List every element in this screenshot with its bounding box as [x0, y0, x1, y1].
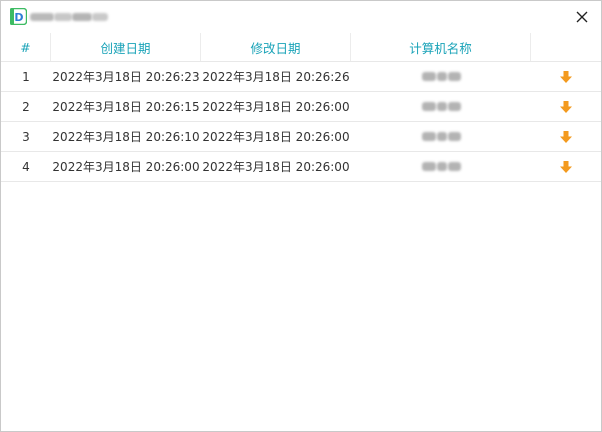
row-modified-date: 2022年3月18日 20:26:00	[202, 160, 350, 174]
table-row[interactable]: 1 2022年3月18日 20:26:23 2022年3月18日 20:26:2…	[1, 62, 601, 92]
dialog-window: D # 创建日期 修改日期 计算机名称 1 2022年3月18日 20:26:2…	[0, 0, 602, 432]
row-index: 1	[22, 69, 30, 84]
row-download-cell	[531, 62, 601, 91]
download-button[interactable]	[556, 97, 576, 117]
close-button[interactable]	[571, 6, 593, 28]
title-bar: D	[1, 1, 601, 33]
row-modified-date: 2022年3月18日 20:26:00	[202, 100, 350, 114]
row-computer-name-redacted	[351, 152, 531, 181]
table-row[interactable]: 2 2022年3月18日 20:26:15 2022年3月18日 20:26:0…	[1, 92, 601, 122]
row-download-cell	[531, 152, 601, 181]
download-arrow-icon	[560, 100, 572, 113]
header-computer-name[interactable]: 计算机名称	[351, 33, 531, 61]
row-created-date: 2022年3月18日 20:26:15	[52, 100, 200, 114]
row-index: 3	[22, 129, 30, 144]
header-created-date[interactable]: 创建日期	[51, 33, 201, 61]
row-computer-name-redacted	[351, 122, 531, 151]
close-icon	[576, 11, 588, 23]
row-download-cell	[531, 122, 601, 151]
row-index: 4	[22, 159, 30, 174]
app-logo-letter: D	[14, 11, 23, 24]
window-title-redacted	[30, 13, 108, 21]
table-row[interactable]: 3 2022年3月18日 20:26:10 2022年3月18日 20:26:0…	[1, 122, 601, 152]
table-header-row: # 创建日期 修改日期 计算机名称	[1, 33, 601, 62]
header-index[interactable]: #	[1, 33, 51, 61]
app-logo-icon: D	[10, 8, 27, 25]
download-button[interactable]	[556, 67, 576, 87]
row-index: 2	[22, 99, 30, 114]
download-arrow-icon	[560, 130, 572, 143]
row-computer-name-redacted	[351, 62, 531, 91]
file-version-table: # 创建日期 修改日期 计算机名称 1 2022年3月18日 20:26:23 …	[1, 33, 601, 182]
row-modified-date: 2022年3月18日 20:26:00	[202, 130, 350, 144]
table-row[interactable]: 4 2022年3月18日 20:26:00 2022年3月18日 20:26:0…	[1, 152, 601, 182]
row-modified-date: 2022年3月18日 20:26:26	[202, 70, 350, 84]
download-arrow-icon	[560, 160, 572, 173]
header-actions	[531, 33, 601, 61]
row-created-date: 2022年3月18日 20:26:23	[52, 70, 200, 84]
row-created-date: 2022年3月18日 20:26:00	[52, 160, 200, 174]
row-download-cell	[531, 92, 601, 121]
header-modified-date[interactable]: 修改日期	[201, 33, 351, 61]
row-computer-name-redacted	[351, 92, 531, 121]
download-button[interactable]	[556, 157, 576, 177]
download-arrow-icon	[560, 70, 572, 83]
row-created-date: 2022年3月18日 20:26:10	[52, 130, 200, 144]
download-button[interactable]	[556, 127, 576, 147]
